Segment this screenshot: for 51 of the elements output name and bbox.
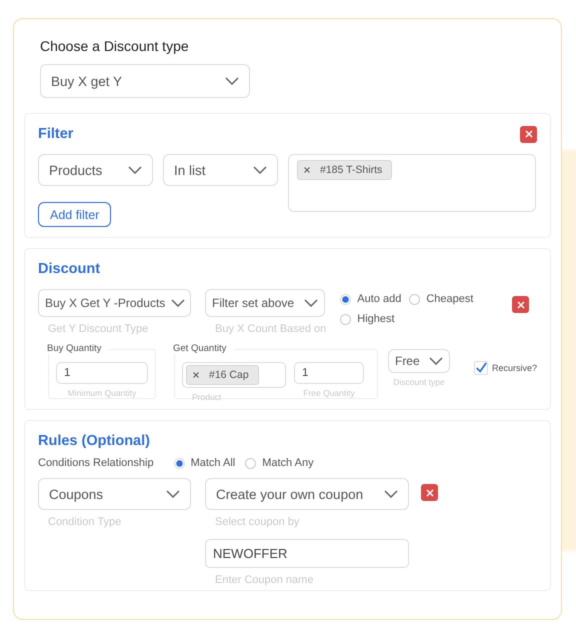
radio-button[interactable] — [245, 458, 256, 468]
radio-button[interactable] — [409, 294, 420, 304]
checkbox[interactable] — [474, 361, 488, 375]
count-basis-select[interactable]: Filter set above — [205, 289, 325, 317]
radio-label: Cheapest — [426, 293, 474, 305]
section-label: Choose a Discount type — [40, 38, 190, 54]
section-title: Filter — [38, 126, 74, 142]
coupon-name-input[interactable]: NEWOFFER — [205, 539, 409, 568]
radio-button[interactable] — [174, 458, 185, 468]
product-tag-field[interactable]: #16 Cap — [182, 362, 286, 388]
remove-button[interactable] — [512, 296, 529, 313]
section-title: Rules (Optional) — [38, 433, 150, 449]
discount-type-select[interactable]: Buy X Get Y -Products — [38, 289, 191, 317]
coupon-source-select[interactable]: Create your own coupon — [205, 478, 409, 510]
group-legend: Buy Quantity — [47, 343, 110, 354]
chevron-down-icon — [166, 490, 180, 498]
chevron-down-icon — [384, 490, 398, 498]
radio-label: Match All — [190, 457, 236, 469]
radio-button[interactable] — [340, 294, 352, 304]
buy-quantity-input[interactable]: 1 — [56, 362, 148, 384]
tag-label: #16 Cap — [209, 369, 249, 381]
close-icon — [426, 488, 434, 496]
radio-button[interactable] — [340, 314, 352, 324]
remove-icon[interactable] — [193, 372, 199, 378]
remove-icon[interactable] — [304, 167, 310, 173]
chevron-down-icon — [428, 357, 443, 365]
remove-button[interactable] — [520, 126, 537, 142]
radio-label: Auto add — [357, 293, 402, 305]
field-label: Conditions Relationship — [38, 457, 154, 469]
close-icon — [524, 130, 532, 138]
section-title: Discount — [38, 261, 100, 277]
add-filter-button[interactable]: Add filter — [38, 202, 112, 227]
group-legend: Get Quantity — [173, 343, 234, 354]
chevron-down-icon — [304, 299, 318, 307]
chevron-down-icon — [253, 166, 267, 174]
remove-button[interactable] — [421, 484, 438, 501]
radio-label: Highest — [357, 313, 395, 325]
discount-type-select[interactable]: Buy X get Y — [40, 64, 250, 98]
checkbox-label: Recursive? — [492, 363, 538, 373]
free-quantity-input[interactable]: 1 — [294, 362, 364, 384]
chevron-down-icon — [128, 166, 142, 174]
chevron-down-icon — [171, 299, 186, 307]
filter-operator-select[interactable]: In list — [163, 154, 278, 186]
discount-kind-select[interactable]: Free — [388, 349, 450, 373]
close-icon — [516, 300, 524, 308]
condition-type-select[interactable]: Coupons — [38, 478, 191, 510]
tag-label: #185 T-Shirts — [320, 164, 382, 176]
product-tag-field[interactable]: #185 T-Shirts — [288, 154, 536, 212]
chevron-down-icon — [225, 77, 239, 85]
filter-field-select[interactable]: Products — [38, 154, 153, 186]
radio-label: Match Any — [262, 457, 314, 469]
